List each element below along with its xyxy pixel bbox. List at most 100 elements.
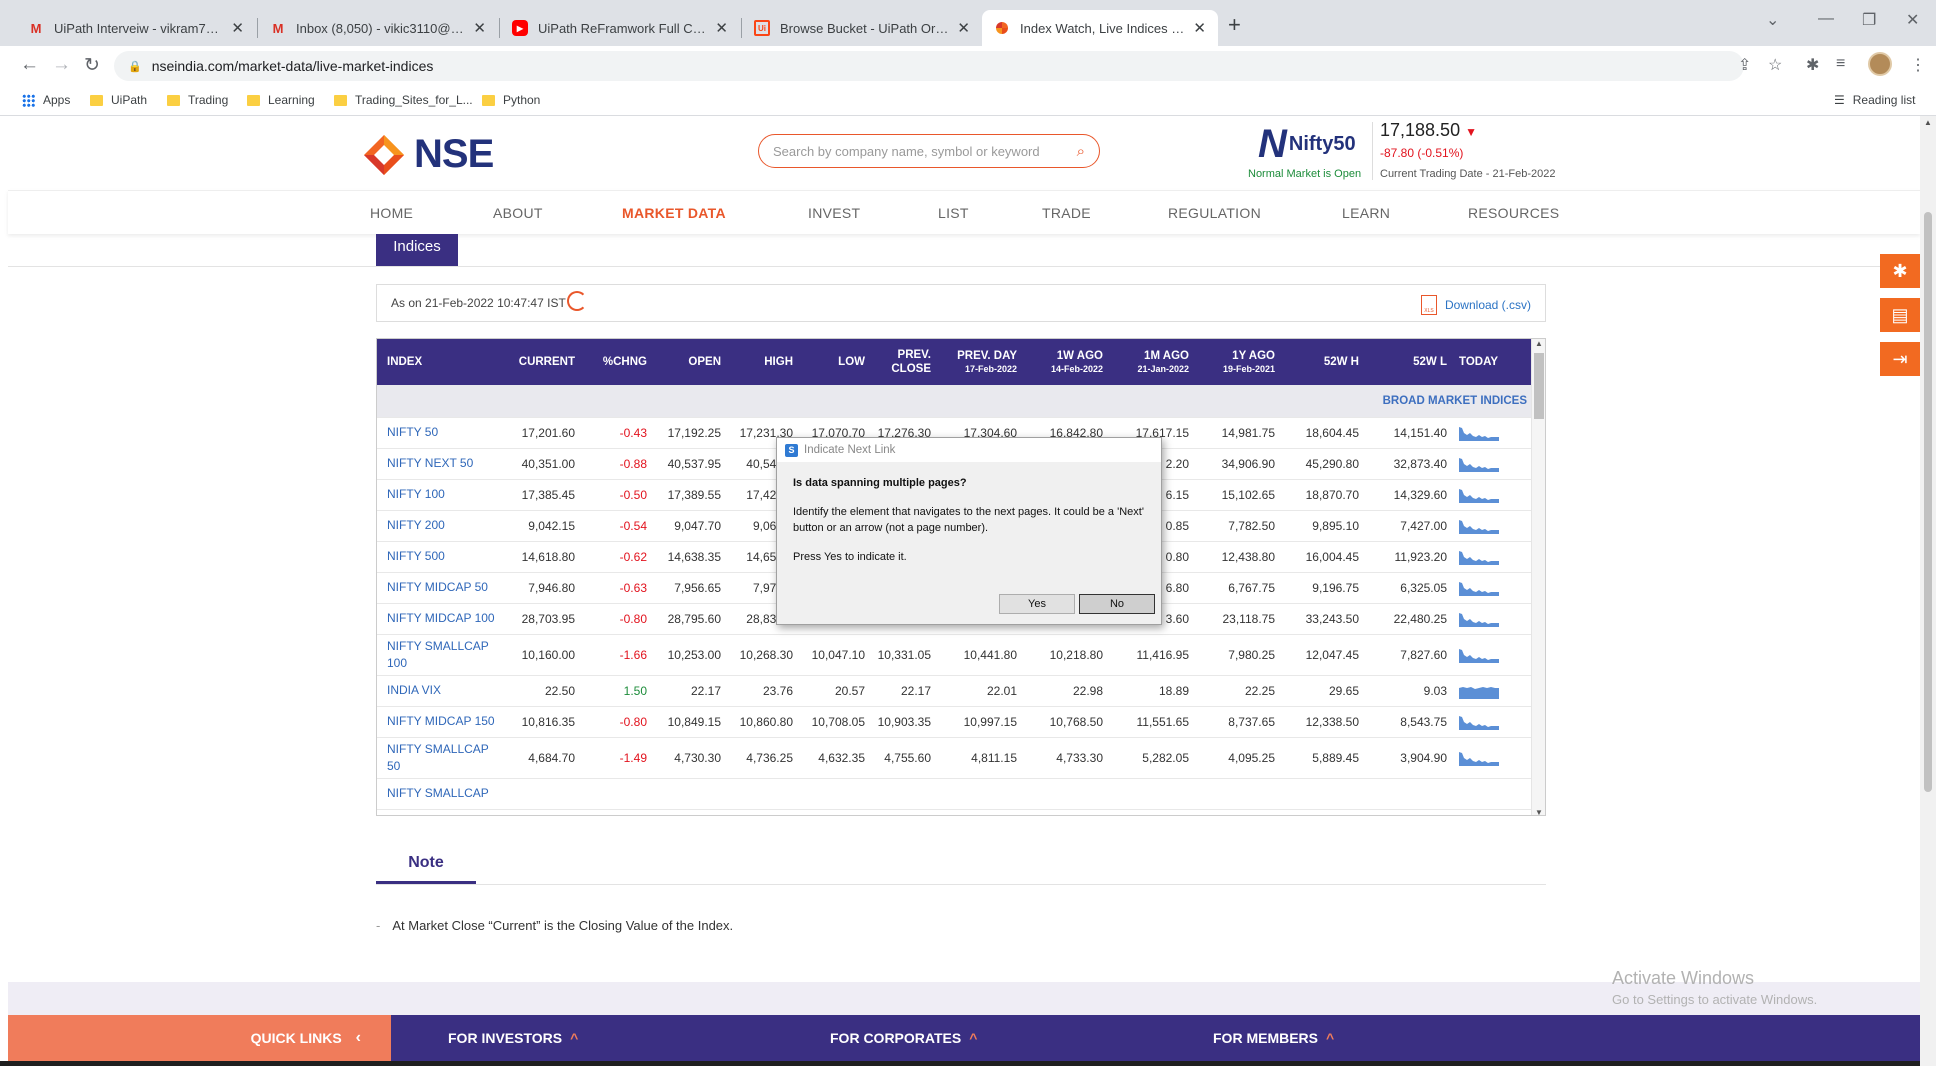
close-icon[interactable]: ✕ xyxy=(1193,19,1206,37)
cell-current: 17,201.60 xyxy=(507,417,581,449)
new-tab-button[interactable]: + xyxy=(1228,12,1241,38)
index-name-link[interactable]: NIFTY 50 xyxy=(377,417,507,449)
col-1w-ago[interactable]: 1W AGO 14-Feb-2022 xyxy=(1023,339,1109,385)
col-low[interactable]: LOW xyxy=(799,339,871,385)
cell-high: 10,268.30 xyxy=(727,634,799,676)
search-input[interactable]: Search by company name, symbol or keywor… xyxy=(758,134,1100,168)
tab-note[interactable]: Note xyxy=(376,846,476,884)
col-1m-ago[interactable]: 1M AGO 21-Jan-2022 xyxy=(1109,339,1195,385)
back-icon[interactable]: ← xyxy=(20,54,39,76)
download-csv-link[interactable]: XLS Download (.csv) xyxy=(1420,295,1531,315)
cell-prev-close: 10,903.35 xyxy=(871,706,937,738)
address-bar[interactable]: 🔒 nseindia.com/market-data/live-market-i… xyxy=(114,51,1744,81)
nav-about[interactable]: ABOUT xyxy=(493,205,543,221)
bookmark-python[interactable]: Python xyxy=(482,93,540,107)
scroll-down-icon[interactable]: ▼ xyxy=(1535,808,1543,815)
scroll-thumb[interactable] xyxy=(1924,212,1932,792)
nav-resources[interactable]: RESOURCES xyxy=(1468,205,1559,221)
minimize-icon[interactable]: — xyxy=(1818,10,1834,28)
nav-market-data[interactable]: MARKET DATA xyxy=(622,205,726,221)
for-members-link[interactable]: FOR MEMBERS ^ xyxy=(1213,1030,1334,1046)
page-viewport: NSE Search by company name, symbol or ke… xyxy=(0,116,1936,1066)
nav-learn[interactable]: LEARN xyxy=(1342,205,1390,221)
bookmark-uipath[interactable]: UiPath xyxy=(90,93,147,107)
reading-list[interactable]: ☰ Reading list xyxy=(1834,93,1915,107)
share-icon[interactable]: ⇪ xyxy=(1738,55,1751,75)
nav-invest[interactable]: INVEST xyxy=(808,205,860,221)
yes-button[interactable]: Yes xyxy=(999,594,1075,614)
col-1y-ago[interactable]: 1Y AGO 19-Feb-2021 xyxy=(1195,339,1281,385)
bookmark-learning[interactable]: Learning xyxy=(247,93,315,107)
nav-trade[interactable]: TRADE xyxy=(1042,205,1091,221)
index-name-link[interactable]: NIFTY SMALLCAP 100 xyxy=(377,634,507,676)
document-icon[interactable]: ▤ xyxy=(1880,298,1920,332)
nav-home[interactable]: HOME xyxy=(370,205,413,221)
close-icon[interactable]: ✕ xyxy=(473,19,486,37)
index-name-link[interactable]: NIFTY 200 xyxy=(377,510,507,542)
col-prev-close[interactable]: PREV. CLOSE xyxy=(871,339,937,385)
col-52w-high[interactable]: 52W H xyxy=(1281,339,1365,385)
nav-regulation[interactable]: REGULATION xyxy=(1168,205,1261,221)
extensions-icon[interactable]: ✱ xyxy=(1806,55,1819,75)
index-name-link[interactable]: INDIA VIX xyxy=(377,675,507,707)
search-icon[interactable]: ⌕ xyxy=(1077,143,1085,160)
index-name-link[interactable]: NIFTY NEXT 50 xyxy=(377,448,507,480)
col-chng[interactable]: %CHNG xyxy=(581,339,653,385)
index-name-link[interactable]: NIFTY MIDCAP 100 xyxy=(377,603,507,635)
forward-icon[interactable]: → xyxy=(52,54,71,76)
browser-tab-0[interactable]: M UiPath Interveiw - vikram7sarun ✕ xyxy=(16,10,256,46)
login-icon[interactable]: ⇥ xyxy=(1880,342,1920,376)
col-high[interactable]: HIGH xyxy=(727,339,799,385)
col-current[interactable]: CURRENT xyxy=(507,339,581,385)
index-name-link[interactable]: NIFTY MIDCAP 50 xyxy=(377,572,507,604)
cell-current: 22.50 xyxy=(507,675,581,707)
reload-icon[interactable]: ↻ xyxy=(84,54,100,77)
tab-indices[interactable]: Indices xyxy=(376,234,458,266)
quick-links-button[interactable]: QUICK LINKS ‹ xyxy=(8,1015,391,1061)
menu-icon[interactable]: ⋮ xyxy=(1910,55,1926,75)
close-icon[interactable]: ✕ xyxy=(957,19,970,37)
col-open[interactable]: OPEN xyxy=(653,339,727,385)
index-name-link[interactable]: NIFTY SMALLCAP xyxy=(377,778,507,810)
col-index[interactable]: INDEX xyxy=(377,339,507,385)
nav-list[interactable]: LIST xyxy=(938,205,969,221)
bookmark-trading[interactable]: Trading xyxy=(167,93,228,107)
bookmark-apps[interactable]: Apps xyxy=(22,93,70,107)
for-investors-link[interactable]: FOR INVESTORS ^ xyxy=(448,1030,578,1046)
page-scrollbar[interactable]: ▲ xyxy=(1920,116,1936,1066)
index-name-link[interactable]: NIFTY SMALLCAP 50 xyxy=(377,737,507,779)
for-corporates-link[interactable]: FOR CORPORATES ^ xyxy=(830,1030,977,1046)
browser-tab-3[interactable]: Ui Browse Bucket - UiPath Orchestr ✕ xyxy=(742,10,982,46)
restore-icon[interactable]: ❐ xyxy=(1862,10,1876,30)
refresh-icon[interactable] xyxy=(567,291,587,311)
browser-tab-1[interactable]: M Inbox (8,050) - vikic3110@gmail. ✕ xyxy=(258,10,498,46)
avatar[interactable] xyxy=(1868,52,1892,76)
close-icon[interactable]: ✕ xyxy=(715,19,728,37)
scroll-up-icon[interactable]: ▲ xyxy=(1924,118,1932,127)
chevron-up-icon: ^ xyxy=(570,1030,579,1046)
bookmark-trading-sites[interactable]: Trading_Sites_for_L... xyxy=(334,93,473,107)
media-icon[interactable]: ≡ xyxy=(1836,55,1845,73)
table-scrollbar[interactable]: ▲ ▼ xyxy=(1531,339,1545,815)
scroll-up-icon[interactable]: ▲ xyxy=(1535,339,1543,348)
close-icon[interactable]: ✕ xyxy=(231,19,244,37)
index-name-link[interactable]: NIFTY 100 xyxy=(377,479,507,511)
scroll-thumb[interactable] xyxy=(1534,353,1544,419)
bookmark-label: UiPath xyxy=(111,93,148,107)
index-name-link[interactable]: NIFTY MIDCAP 150 xyxy=(377,706,507,738)
browser-tab-2[interactable]: ▶ UiPath ReFramwork Full Course ( ✕ xyxy=(500,10,740,46)
cell-high xyxy=(727,778,799,810)
accessibility-icon[interactable]: ✱ xyxy=(1880,254,1920,288)
nse-logo[interactable]: NSE xyxy=(362,132,494,177)
nifty-value: 17,188.50 ▼ xyxy=(1380,120,1477,141)
bookmark-star-icon[interactable]: ☆ xyxy=(1768,55,1782,75)
cell-h52: 9,895.10 xyxy=(1281,510,1365,542)
browser-tab-active[interactable]: Index Watch, Live Indices Watch, ✕ xyxy=(982,10,1218,46)
col-52w-low[interactable]: 52W L xyxy=(1365,339,1453,385)
index-name-link[interactable]: NIFTY 500 xyxy=(377,541,507,573)
close-window-icon[interactable]: ✕ xyxy=(1906,10,1919,30)
chevron-left-icon: ‹ xyxy=(355,1029,361,1046)
no-button[interactable]: No xyxy=(1079,594,1155,614)
tab-search-icon[interactable]: ⌄ xyxy=(1766,10,1779,30)
col-prev-day[interactable]: PREV. DAY 17-Feb-2022 xyxy=(937,339,1023,385)
